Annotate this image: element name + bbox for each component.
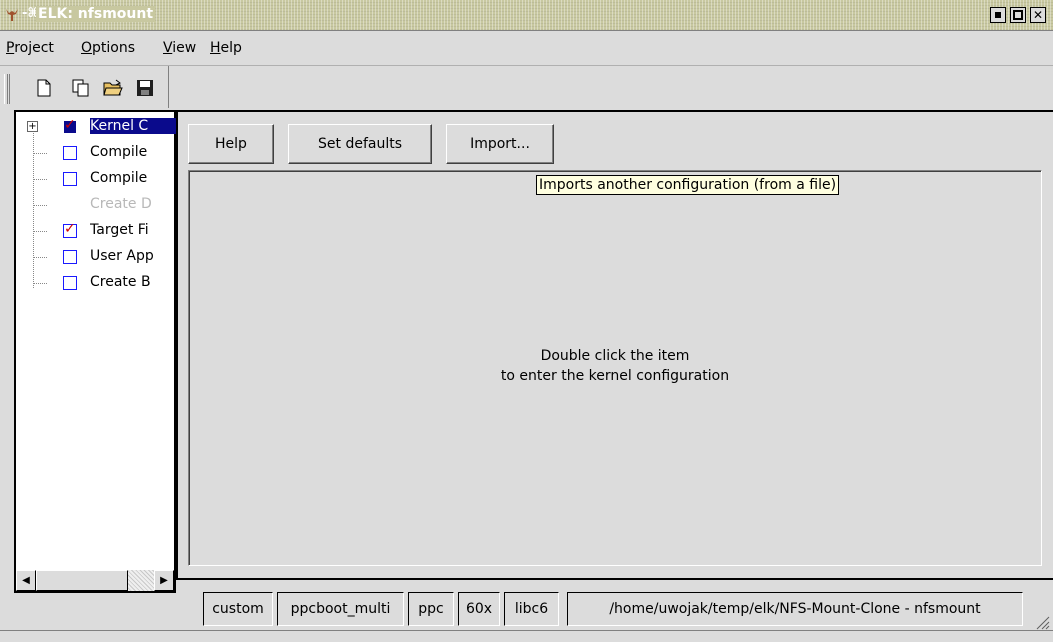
menu-help[interactable]: Help (210, 40, 242, 56)
checkbox-icon[interactable] (63, 172, 77, 186)
tree-item-kernel-config[interactable]: + Kernel C (16, 116, 176, 138)
tree-branch (33, 205, 47, 206)
tree-branch (33, 179, 47, 180)
status-cpu: 60x (458, 592, 500, 626)
menu-bar: Project Options View Help (0, 32, 1053, 66)
checkbox-icon[interactable] (63, 117, 77, 134)
checkbox-icon[interactable] (63, 146, 77, 160)
maximize-button[interactable] (1010, 7, 1026, 23)
menu-view[interactable]: View (163, 40, 196, 56)
checkbox-icon[interactable] (63, 250, 77, 264)
tree-item-user-apps[interactable]: User App (16, 246, 176, 268)
status-config: custom (203, 592, 273, 626)
close-button[interactable]: ✕ (1030, 7, 1046, 23)
checkbox-icon[interactable] (63, 276, 77, 290)
tree-branch (33, 231, 47, 232)
hint-line-2: to enter the kernel configuration (500, 368, 730, 384)
toolbar-handle[interactable] (4, 74, 10, 104)
elk-app-icon[interactable] (4, 7, 20, 23)
tree-item-label: Target Fi (90, 222, 149, 238)
maximize-icon (1013, 10, 1023, 20)
tree-panel[interactable]: + Kernel C Compile Compile Create D Targ… (14, 110, 176, 593)
open-button[interactable] (102, 76, 124, 100)
status-arch: ppc (408, 592, 454, 626)
menu-options-mnemonic: O (81, 40, 93, 56)
tree-branch (33, 153, 47, 154)
tree-item-create-b[interactable]: Create B (16, 272, 176, 294)
hint-line-1: Double click the item (540, 348, 690, 364)
help-button[interactable]: Help (188, 124, 274, 164)
tree-item-label: User App (90, 248, 154, 264)
tree-item-label: Compile (90, 170, 148, 186)
menu-options[interactable]: Options (81, 40, 135, 56)
minimize-button[interactable] (990, 7, 1006, 23)
status-board: ppcboot_multi (277, 592, 404, 626)
tree-branch (33, 283, 47, 284)
menu-options-label: ptions (92, 40, 136, 56)
content-hint: Double click the item to enter the kerne… (188, 346, 1042, 386)
set-defaults-button-label: Set defaults (318, 136, 402, 152)
tree-item-compile-2[interactable]: Compile (16, 168, 176, 190)
import-button-label: Import... (470, 136, 530, 152)
save-icon (137, 80, 153, 96)
open-folder-icon (103, 79, 123, 96)
menu-project-mnemonic: P (6, 40, 15, 56)
title-bar[interactable]: -⌘ ELK: nfsmount ✕ (0, 0, 1053, 31)
checkbox-icon[interactable] (63, 221, 77, 238)
help-button-label: Help (215, 136, 247, 152)
import-tooltip: Imports another configuration (from a fi… (536, 175, 840, 195)
menu-view-label: iew (172, 40, 197, 56)
tree-item-target-fs[interactable]: Target Fi (16, 220, 176, 242)
bottom-border (0, 630, 1053, 642)
copy-button[interactable] (70, 76, 92, 100)
toolbar-divider (168, 66, 1053, 108)
minimize-icon (995, 12, 1001, 18)
menu-project-label: roject (14, 40, 54, 56)
expand-icon[interactable]: + (27, 121, 38, 132)
tree-item-label: Create B (90, 274, 151, 290)
new-button[interactable] (33, 76, 55, 100)
menu-project[interactable]: Project (6, 40, 54, 56)
tree-item-label: Compile (90, 144, 148, 160)
status-libc: libc6 (504, 592, 559, 626)
status-project-path: /home/uwojak/temp/elk/NFS-Mount-Clone - … (567, 592, 1023, 626)
resize-grip-icon[interactable] (1034, 614, 1050, 630)
set-defaults-button[interactable]: Set defaults (288, 124, 432, 164)
menu-help-mnemonic: H (210, 40, 221, 56)
new-document-icon (37, 79, 51, 97)
tree-item-create-d: Create D (16, 194, 176, 216)
menu-help-label: elp (220, 40, 242, 56)
close-icon: ✕ (1032, 8, 1044, 22)
window-title: ELK: nfsmount (36, 6, 156, 22)
import-button[interactable]: Import... (446, 124, 554, 164)
copy-document-icon (72, 79, 89, 97)
tree-branch (33, 257, 47, 258)
tree-item-label: Kernel C (90, 118, 176, 134)
save-button[interactable] (134, 76, 156, 100)
tree-item-compile-1[interactable]: Compile (16, 142, 176, 164)
menu-view-mnemonic: V (163, 40, 173, 56)
tree-item-label: Create D (90, 196, 152, 212)
